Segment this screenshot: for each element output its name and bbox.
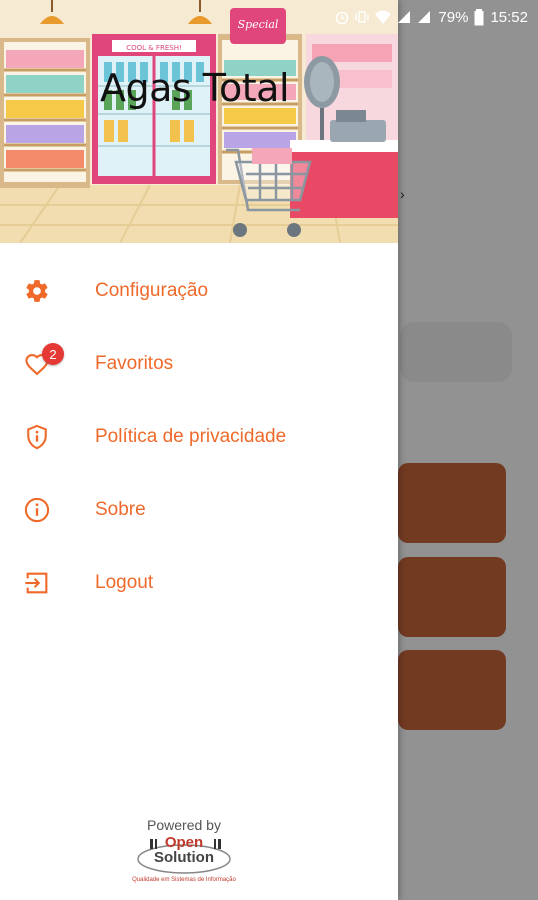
menu-label-configuracao: Configuração: [95, 279, 209, 301]
open-solution-logo: Open Solution: [134, 835, 234, 875]
drawer-menu: Configuração 2 Favoritos Política de pri…: [0, 254, 398, 619]
svg-text:COOL & FRESH!: COOL & FRESH!: [126, 44, 182, 52]
signal-icon: [398, 11, 411, 23]
logo-open-text: Open: [164, 834, 204, 851]
menu-label-logout: Logout: [95, 571, 154, 593]
menu-label-politica: Política de privacidade: [95, 425, 287, 447]
menu-item-sobre[interactable]: Sobre: [0, 473, 398, 546]
signal-icon: [418, 11, 431, 23]
menu-item-politica-privacidade[interactable]: Política de privacidade: [0, 400, 398, 473]
gear-icon: [23, 277, 51, 305]
shield-info-icon: [23, 423, 51, 451]
app-title: Agas Total: [100, 66, 290, 110]
menu-item-logout[interactable]: Logout: [0, 546, 398, 619]
menu-item-favoritos[interactable]: 2 Favoritos: [0, 327, 398, 400]
status-bar: 79% 15:52: [0, 0, 538, 34]
menu-item-configuracao[interactable]: Configuração: [0, 254, 398, 327]
logo-solution-text: Solution: [154, 849, 214, 866]
vibrate-icon: [355, 11, 370, 23]
clock: 15:52: [490, 8, 528, 26]
battery-icon: [474, 8, 484, 25]
battery-percent: 79%: [438, 8, 469, 26]
favorites-badge: 2: [42, 343, 64, 365]
powered-by-footer: Powered by Open Solution Qualidade em Si…: [0, 817, 368, 883]
supermarket-illustration: COOL & FRESH! Special: [0, 0, 398, 243]
alarm-icon: [336, 11, 349, 25]
logo-tagline: Qualidade em Sistemas de Informação: [132, 877, 236, 883]
wifi-icon: [375, 10, 392, 24]
logout-icon: [23, 569, 51, 597]
drawer-header: COOL & FRESH! Special Agas Total: [0, 0, 398, 243]
menu-label-favoritos: Favoritos: [95, 352, 174, 374]
menu-label-sobre: Sobre: [95, 498, 146, 520]
powered-by-text: Powered by: [147, 817, 221, 833]
info-icon: [23, 496, 51, 524]
navigation-drawer: COOL & FRESH! Special Agas Total Configu…: [0, 0, 398, 900]
